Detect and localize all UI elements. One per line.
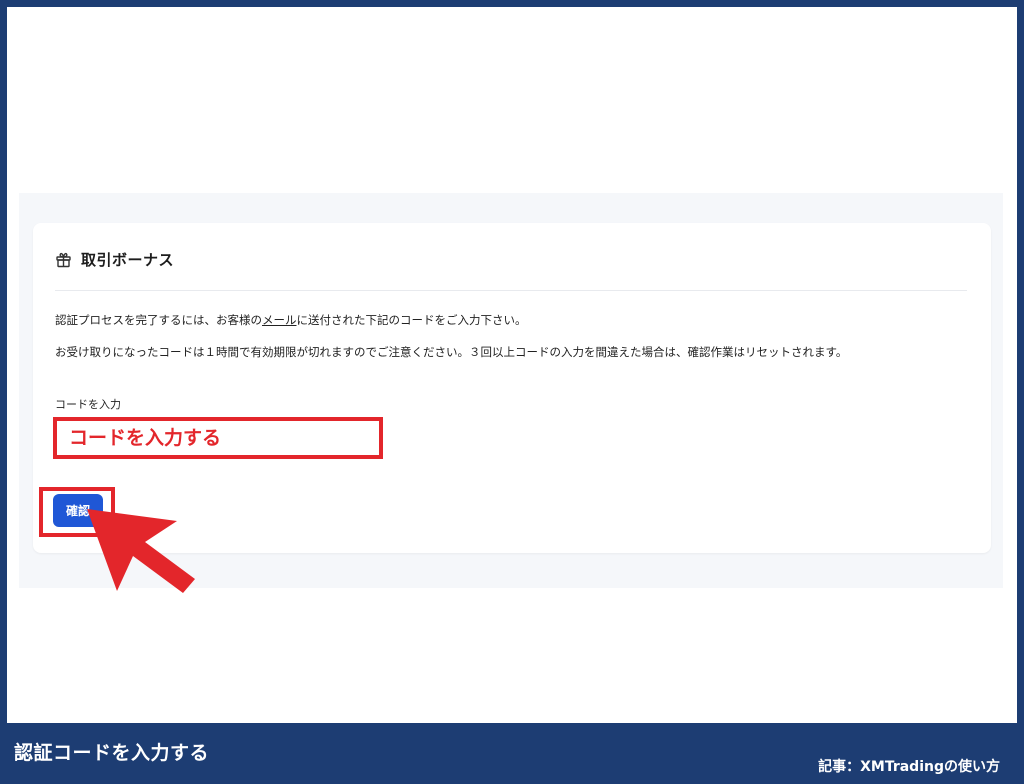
- footer-credit: 記事：XMTradingの使い方: [818, 759, 1000, 775]
- card-header: 取引ボーナス: [55, 249, 174, 270]
- header-divider: [55, 290, 967, 291]
- card-title: 取引ボーナス: [81, 251, 175, 269]
- mail-link[interactable]: メール: [262, 313, 297, 327]
- bonus-verification-card: 取引ボーナス 認証プロセスを完了するには、お客様のメールに送付された下記のコード…: [33, 223, 991, 593]
- arrow-pointer-icon: [87, 509, 195, 593]
- instruction-1-after: に送付された下記のコードをご入力下さい。: [296, 313, 527, 327]
- instruction-text-1: 認証プロセスを完了するには、お客様のメールに送付された下記のコードをご入力下さい…: [55, 312, 527, 328]
- code-field-label: コードを入力: [55, 398, 121, 411]
- footer-title: 認証コードを入力する: [14, 742, 210, 764]
- content-panel: 取引ボーナス 認証プロセスを完了するには、お客様のメールに送付された下記のコード…: [19, 193, 1003, 593]
- instruction-1-before: 認証プロセスを完了するには、お客様の: [55, 313, 262, 327]
- gift-icon: [55, 251, 72, 268]
- instruction-text-2: お受け取りになったコードは１時間で有効期限が切れますのでご注意ください。３回以上…: [55, 345, 848, 359]
- screenshot-frame: 取引ボーナス 認証プロセスを完了するには、お客様のメールに送付された下記のコード…: [7, 7, 1017, 723]
- code-input[interactable]: [53, 417, 383, 459]
